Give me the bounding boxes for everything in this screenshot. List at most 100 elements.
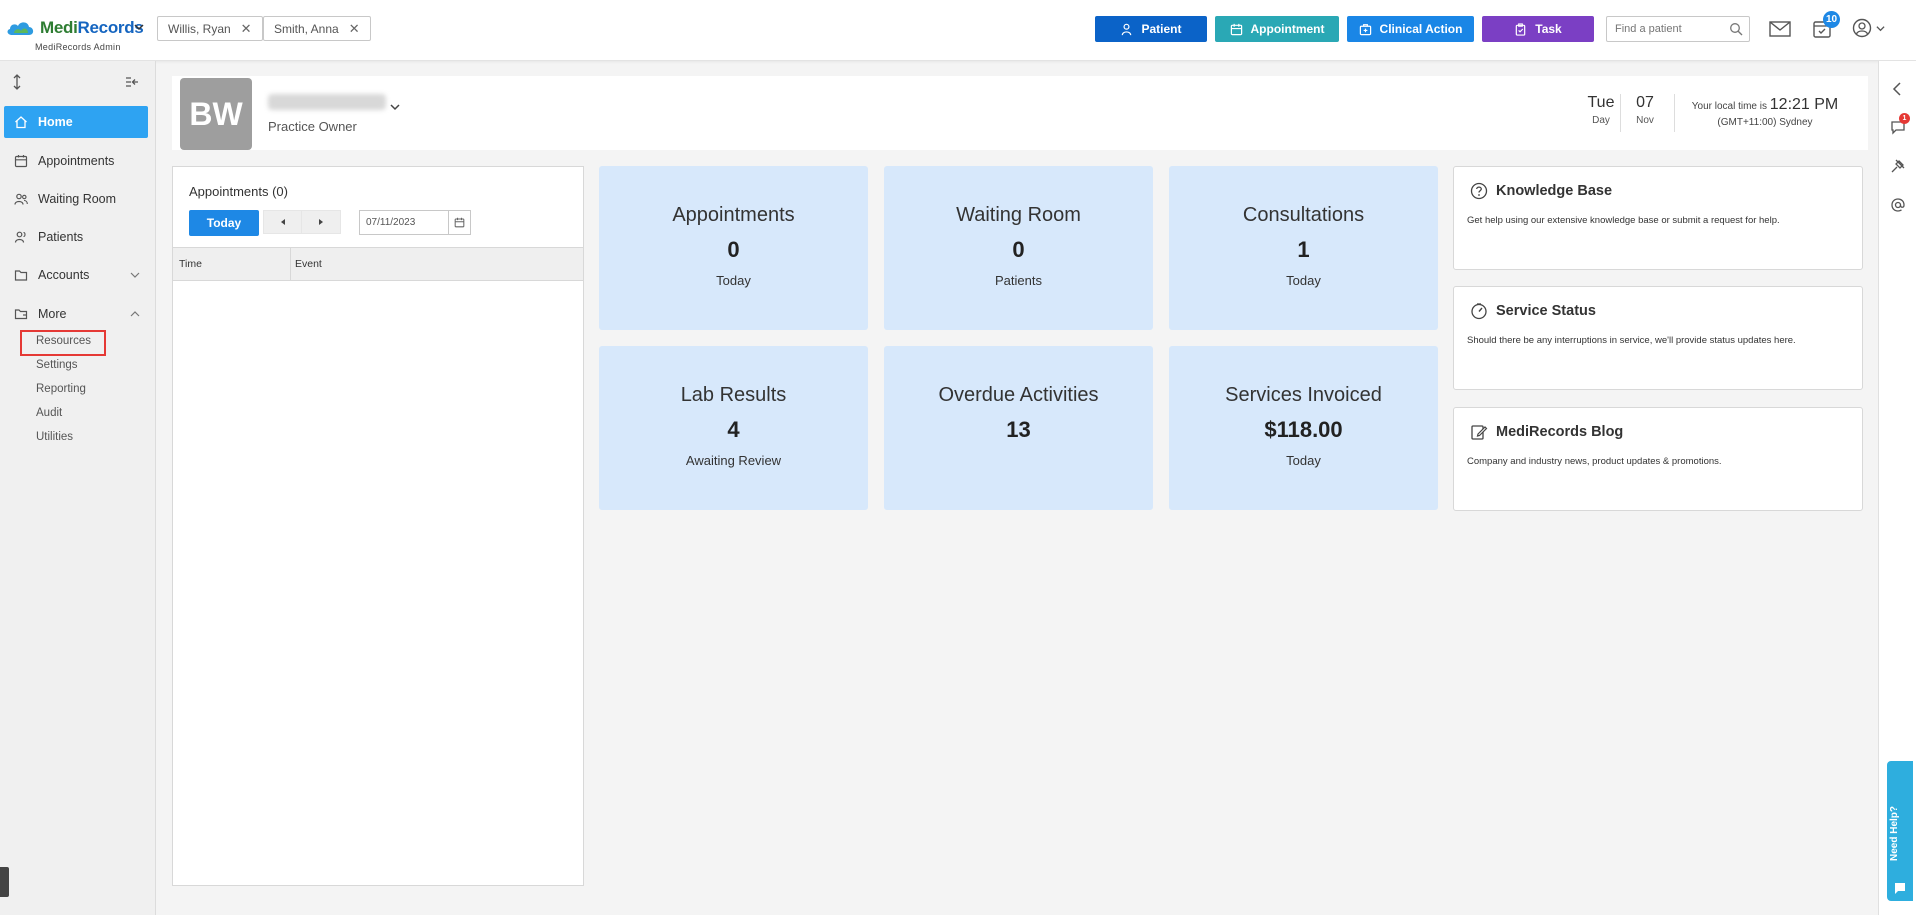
knowledge-base-panel[interactable]: Knowledge Base Get help using our extens… [1453, 166, 1863, 270]
user-name-redacted [268, 94, 386, 110]
stat-card-lab-results[interactable]: Lab Results 4 Awaiting Review [599, 346, 868, 510]
appointments-title: Appointments (0) [189, 184, 288, 199]
medical-kit-icon [1359, 23, 1371, 35]
search-input[interactable] [1607, 17, 1717, 41]
caret-left-icon [281, 219, 285, 225]
stat-card-consultations[interactable]: Consultations 1 Today [1169, 166, 1438, 330]
blog-panel[interactable]: MediRecords Blog Company and industry ne… [1453, 407, 1863, 511]
patient-search[interactable] [1606, 16, 1750, 42]
at-sign-icon[interactable] [1890, 197, 1906, 213]
help-circle-icon [1470, 182, 1488, 200]
stat-card-waiting-room[interactable]: Waiting Room 0 Patients [884, 166, 1153, 330]
service-status-panel[interactable]: Service Status Should there be any inter… [1453, 286, 1863, 390]
right-rail: 1 Need Help? [1878, 61, 1916, 915]
sidebar-item-label: More [38, 307, 67, 321]
panel-body: Company and industry news, product updat… [1467, 456, 1722, 467]
sidebar-subitem-settings[interactable]: Settings [36, 359, 78, 371]
chevron-left-icon[interactable] [1890, 81, 1906, 97]
sidebar-item-accounts[interactable]: Accounts [4, 259, 148, 291]
clinical-action-button[interactable]: Clinical Action [1347, 16, 1474, 42]
sidebar-item-waiting-room[interactable]: Waiting Room [4, 183, 148, 215]
sidebar-subitem-utilities[interactable]: Utilities [36, 431, 73, 443]
chevron-down-icon [1876, 26, 1885, 32]
chevron-down-icon [130, 272, 140, 278]
panel-body: Get help using our extensive knowledge b… [1467, 215, 1780, 226]
local-time-display: Your local time is 12:21 PM (GMT+11:00) … [1691, 96, 1839, 128]
collapse-sidebar-icon[interactable] [124, 74, 140, 90]
stat-card-services-invoiced[interactable]: Services Invoiced $118.00 Today [1169, 346, 1438, 510]
patient-tab-label: Smith, Anna [274, 21, 339, 36]
calendar-icon [14, 155, 28, 168]
resize-vertical-icon[interactable] [9, 74, 25, 90]
tasks-shortcut[interactable]: 10 [1810, 11, 1841, 44]
divider [1674, 94, 1675, 132]
column-header-event: Event [295, 258, 322, 270]
close-icon[interactable]: ✕ [349, 21, 360, 37]
sidebar-subitem-audit[interactable]: Audit [36, 407, 62, 419]
sidebar: Home Appointments Waiting Room Patients … [0, 61, 156, 915]
sidebar-item-label: Home [38, 115, 73, 129]
sidebar-item-home[interactable]: Home [4, 106, 148, 138]
pin-icon[interactable] [1890, 158, 1906, 174]
column-header-time: Time [179, 258, 202, 270]
sidebar-item-label: Appointments [38, 154, 115, 168]
folder-icon [14, 270, 28, 281]
patient-tab-smith[interactable]: Smith, Anna ✕ [263, 16, 371, 41]
sidebar-item-label: Waiting Room [38, 192, 117, 206]
chevron-down-icon[interactable] [134, 22, 144, 32]
top-bar: MediRecords MediRecords Admin Willis, Ry… [0, 0, 1916, 61]
panel-title: Service Status [1496, 303, 1596, 319]
panel-title: MediRecords Blog [1496, 424, 1624, 440]
stat-card-overdue-activities[interactable]: Overdue Activities 13 [884, 346, 1153, 510]
appointments-panel: Appointments (0) Today Time Event [172, 166, 584, 886]
chevron-up-icon [130, 311, 140, 317]
next-day-button[interactable] [301, 210, 341, 234]
user-menu[interactable] [1852, 18, 1886, 40]
patient-tab-willis[interactable]: Willis, Ryan ✕ [157, 16, 263, 41]
stat-card-appointments[interactable]: Appointments 0 Today [599, 166, 868, 330]
new-appointment-button[interactable]: Appointment [1215, 16, 1339, 42]
app-logo[interactable]: MediRecords MediRecords Admin [6, 18, 156, 54]
panel-body: Should there be any interruptions in ser… [1467, 335, 1796, 346]
calendar-icon [1230, 23, 1242, 35]
panel-title: Knowledge Base [1496, 183, 1613, 199]
cloud-logo-icon [7, 22, 34, 35]
home-icon [15, 116, 27, 129]
new-patient-button[interactable]: Patient [1095, 16, 1207, 42]
date-field[interactable] [360, 211, 446, 234]
sidebar-item-appointments[interactable]: Appointments [4, 145, 148, 177]
highlight-annotation [20, 330, 106, 356]
new-task-button[interactable]: Task [1482, 16, 1594, 42]
logo-subtitle: MediRecords Admin [35, 42, 121, 52]
sidebar-item-label: Accounts [38, 268, 90, 282]
notification-badge: 1 [1899, 113, 1910, 124]
mail-icon[interactable] [1768, 18, 1792, 40]
calendar-icon[interactable] [448, 211, 470, 234]
day-month-display: 07 Nov [1636, 94, 1654, 126]
weekday-display: Tue Day [1587, 94, 1615, 126]
folder-tree-icon [14, 309, 28, 320]
person-icon [1122, 23, 1132, 35]
date-picker[interactable] [359, 210, 471, 235]
gauge-icon [1471, 303, 1487, 320]
caret-right-icon [319, 219, 323, 225]
group-icon [14, 193, 28, 205]
close-icon[interactable]: ✕ [241, 21, 252, 37]
chat-notifications[interactable]: 1 [1890, 113, 1910, 137]
clipboard-icon [1515, 22, 1526, 36]
search-icon[interactable] [1729, 22, 1743, 36]
edit-note-icon [1471, 425, 1488, 440]
side-pull-tab[interactable] [0, 867, 9, 897]
logo-text: MediRecords [40, 18, 144, 37]
previous-day-button[interactable] [263, 210, 303, 234]
schedule-grid-header: Time Event [173, 247, 583, 281]
sidebar-item-patients[interactable]: Patients [4, 221, 148, 253]
user-account-icon [1852, 18, 1872, 38]
sidebar-subitem-reporting[interactable]: Reporting [36, 383, 86, 395]
need-help-button[interactable]: Need Help? [1887, 761, 1913, 901]
chevron-down-icon[interactable] [390, 102, 400, 112]
task-count-badge: 10 [1823, 11, 1841, 28]
avatar[interactable]: BW [180, 78, 252, 150]
today-button[interactable]: Today [189, 210, 259, 236]
sidebar-item-more[interactable]: More [4, 298, 148, 330]
